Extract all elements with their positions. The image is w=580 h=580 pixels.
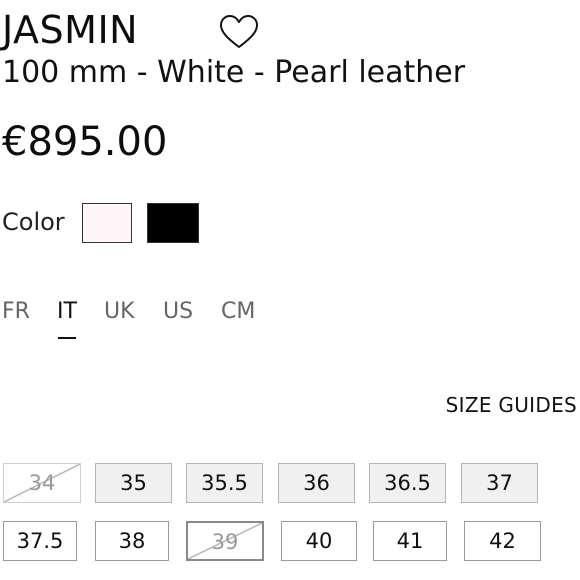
product-title: JASMIN	[2, 8, 139, 52]
size-option-label: 36.5	[384, 471, 431, 495]
size-option-39[interactable]: 39	[186, 521, 264, 561]
color-label: Color	[2, 208, 65, 236]
heart-outline-icon	[220, 15, 258, 48]
product-price: €895.00	[2, 119, 168, 165]
size-option-label: 34	[28, 471, 56, 495]
size-option-34[interactable]: 34	[3, 463, 81, 503]
tab-size-uk[interactable]: UK	[104, 297, 135, 327]
size-option-37[interactable]: 37	[461, 463, 538, 503]
size-option-36[interactable]: 36	[278, 463, 355, 503]
active-tab-underline	[57, 337, 76, 339]
product-variant: 100 mm - White - Pearl leather	[2, 55, 466, 90]
size-guides-link[interactable]: SIZE GUIDES	[446, 392, 577, 418]
tab-size-us[interactable]: US	[163, 297, 193, 327]
color-swatch-black[interactable]	[147, 203, 199, 243]
size-option-label: 36	[303, 471, 330, 495]
favorite-button[interactable]	[219, 14, 259, 50]
size-option-38[interactable]: 38	[95, 521, 169, 561]
tab-size-it[interactable]: IT	[57, 297, 77, 339]
color-swatch-white[interactable]	[82, 203, 132, 243]
size-option-42[interactable]: 42	[464, 521, 541, 561]
size-option-label: 35.5	[201, 471, 248, 495]
size-option-label: 41	[396, 529, 424, 553]
size-option-37-5[interactable]: 37.5	[3, 521, 77, 561]
size-option-40[interactable]: 40	[281, 521, 357, 561]
size-option-label: 35	[120, 471, 147, 495]
tab-size-it-label: IT	[57, 299, 77, 324]
size-option-label: 38	[118, 529, 146, 553]
size-option-label: 37.5	[16, 529, 64, 553]
size-option-35[interactable]: 35	[95, 463, 172, 503]
size-option-label: 42	[489, 529, 516, 553]
size-option-label: 37	[486, 471, 513, 495]
size-option-label: 40	[305, 529, 333, 553]
tab-size-cm[interactable]: CM	[221, 297, 255, 327]
size-option-36-5[interactable]: 36.5	[369, 463, 446, 503]
size-option-label: 39	[211, 530, 239, 554]
size-option-41[interactable]: 41	[373, 521, 447, 561]
tab-size-fr[interactable]: FR	[2, 297, 30, 327]
size-option-35-5[interactable]: 35.5	[186, 463, 263, 503]
